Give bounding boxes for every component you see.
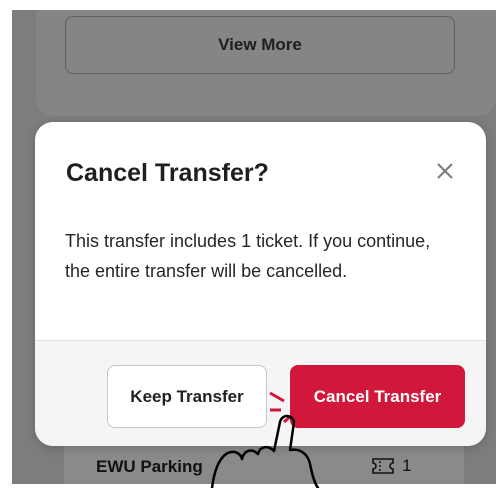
close-button[interactable] (432, 158, 458, 184)
dialog-title: Cancel Transfer? (66, 159, 269, 187)
ticket-count-value: 1 (402, 456, 412, 475)
ticket-icon (372, 458, 394, 474)
dialog-message: This transfer includes 1 ticket. If you … (65, 231, 431, 281)
list-item-name: EWU Parking (96, 457, 203, 476)
tap-hand-icon (210, 391, 323, 488)
close-icon (437, 163, 453, 179)
ticket-count: 1 (372, 456, 411, 476)
view-more-button[interactable]: View More (65, 16, 455, 74)
